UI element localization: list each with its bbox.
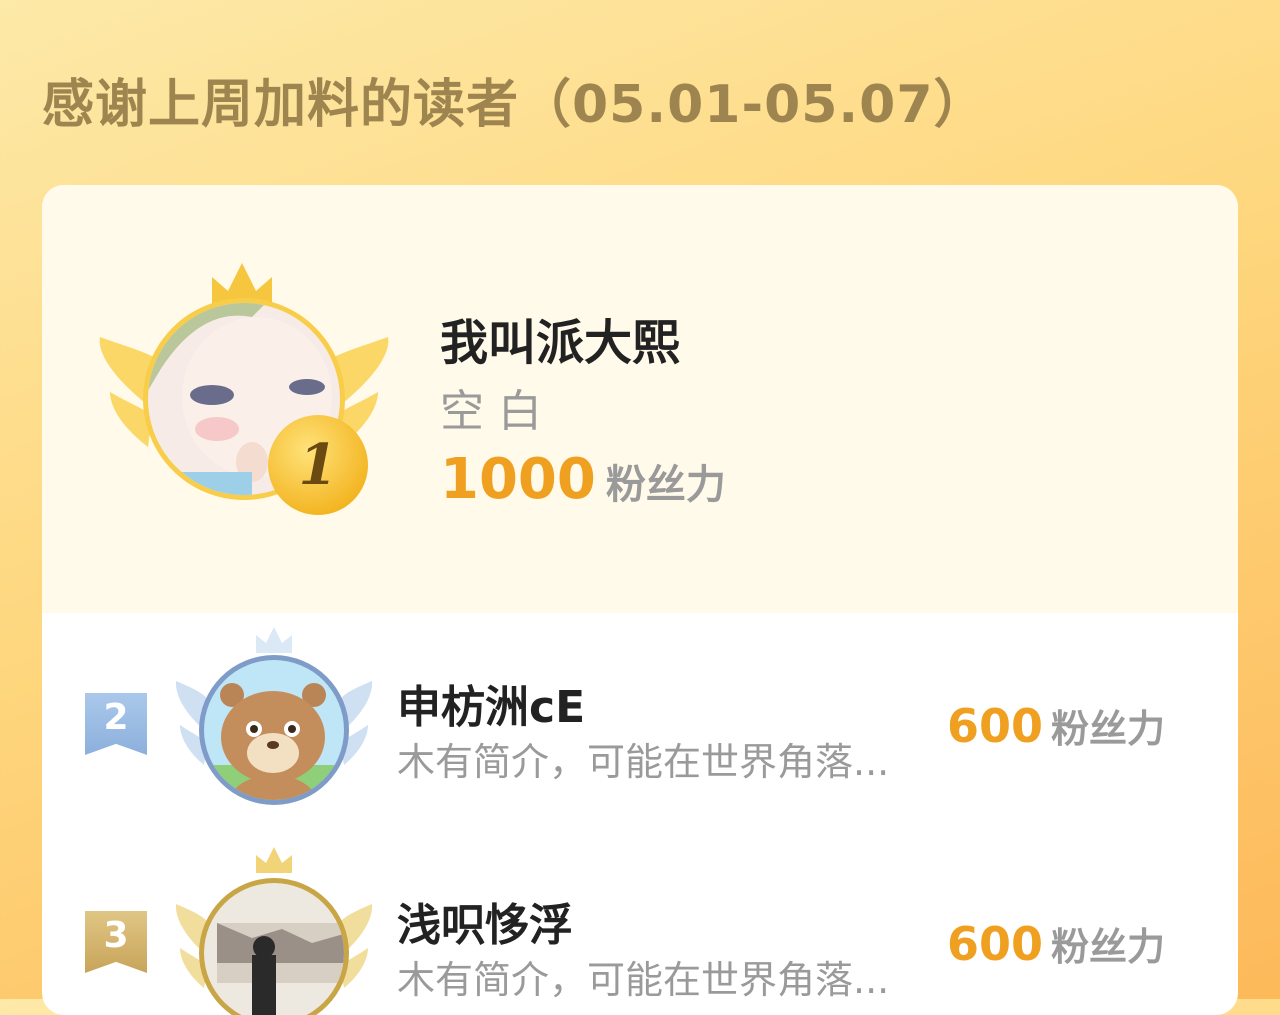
rank-number: 1 (299, 432, 338, 498)
score-value: 1000 (440, 447, 596, 512)
crown-icon (256, 627, 292, 653)
rank-badge: 2 (85, 693, 147, 755)
user-score: 600 粉丝力 (947, 698, 1165, 753)
leaderboard-card: 1 我叫派大熙 空白 1000 粉丝力 2 申枋洲cE 木有简介，可能在世界角落… (42, 185, 1238, 1015)
first-place-bio: 空白 (440, 386, 556, 437)
user-bio: 木有简介，可能在世界角落... (397, 958, 890, 1002)
avatar[interactable] (172, 625, 382, 810)
first-place-name: 我叫派大熙 (440, 315, 681, 371)
score-unit: 粉丝力 (605, 462, 726, 508)
first-place-section[interactable]: 1 我叫派大熙 空白 1000 粉丝力 (42, 185, 1238, 613)
score-unit: 粉丝力 (1051, 925, 1166, 969)
user-name: 浅呮恀浮 (397, 900, 573, 951)
crown-icon (256, 847, 292, 873)
user-name: 申枋洲cE (397, 682, 586, 733)
rank-badge: 3 (85, 911, 147, 973)
avatar[interactable] (172, 843, 382, 1015)
first-place-avatar[interactable]: 1 (92, 257, 402, 537)
score-value: 600 (947, 917, 1044, 971)
user-bio: 木有简介，可能在世界角落... (397, 740, 890, 784)
user-score: 600 粉丝力 (947, 916, 1165, 971)
first-place-score: 1000 粉丝力 (440, 447, 726, 512)
score-unit: 粉丝力 (1051, 707, 1166, 751)
score-value: 600 (947, 699, 1044, 753)
page-title: 感谢上周加料的读者（05.01-05.07） (42, 75, 987, 135)
